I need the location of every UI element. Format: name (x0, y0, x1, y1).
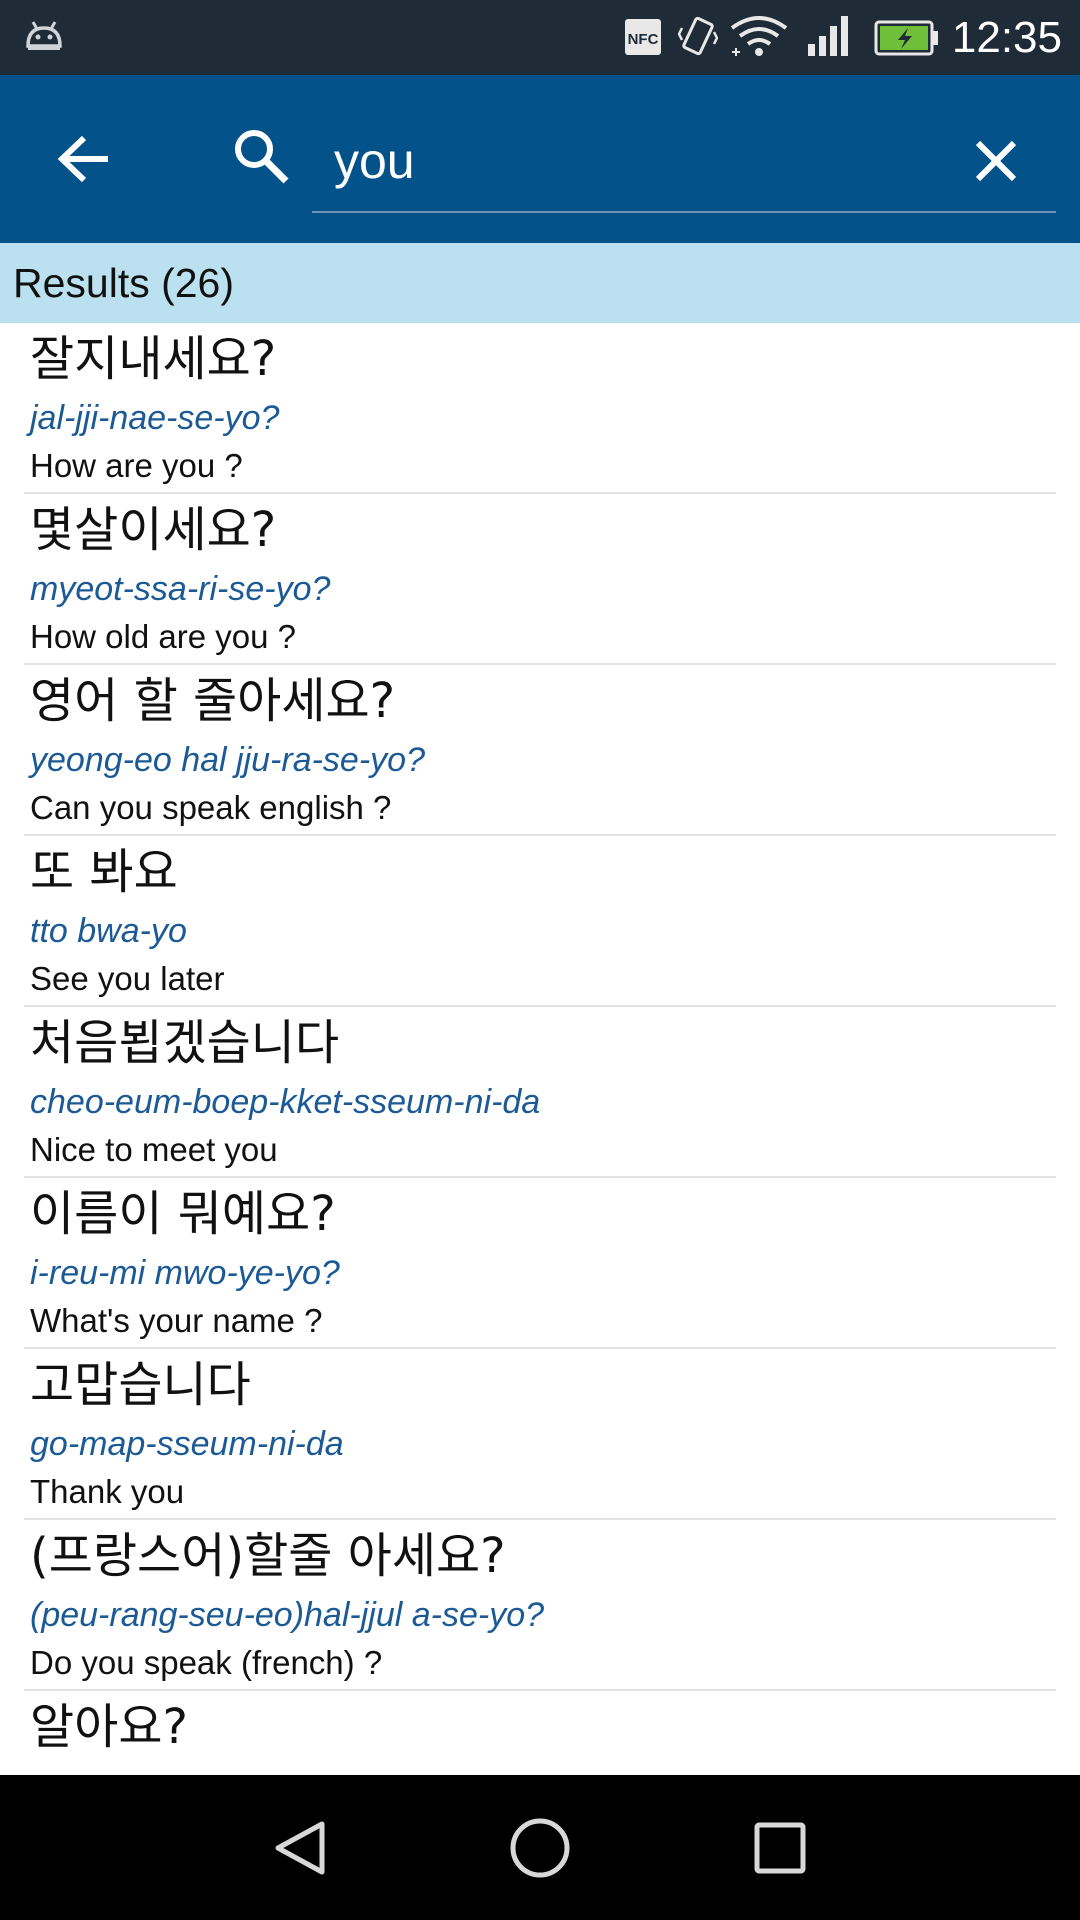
status-clock: 12:35 (951, 13, 1062, 62)
english-translation: How are you ? (30, 447, 243, 484)
results-count-header: Results (26) (0, 243, 1080, 323)
signal-icon (808, 16, 848, 56)
korean-phrase: (프랑스어)할줄 아세요? (30, 1528, 506, 1584)
romanization: jal-jji-nae-se-yo? (30, 399, 280, 437)
close-icon (975, 140, 1017, 182)
search-underline (312, 211, 1056, 213)
romanization: go-map-sseum-ni-da (30, 1425, 344, 1463)
result-item[interactable]: 몇살이세요? myeot-ssa-ri-se-yo? How old are y… (24, 494, 1056, 665)
korean-phrase: 영어 할 줄아세요? (30, 673, 396, 729)
romanization: i-reu-mi mwo-ye-yo? (30, 1254, 340, 1292)
result-item[interactable]: 고맙습니다 go-map-sseum-ni-da Thank you (24, 1349, 1056, 1520)
navigation-bar (0, 1775, 1080, 1920)
english-translation: Can you speak english ? (30, 789, 392, 826)
romanization: yeong-eo hal jju-ra-se-yo? (30, 741, 425, 779)
romanization: cheo-eum-boep-kket-sseum-ni-da (30, 1083, 541, 1121)
nav-back-button[interactable] (250, 1803, 350, 1893)
english-translation: Do you speak (french) ? (30, 1644, 383, 1681)
back-button[interactable] (40, 117, 128, 201)
back-arrow-icon (57, 135, 108, 183)
status-bar: NFC 12:35 (0, 0, 1080, 75)
korean-phrase: 잘지내세요? (30, 331, 277, 387)
romanization: tto bwa-yo (30, 912, 187, 950)
korean-phrase: 처음뵙겠습니다 (30, 1015, 340, 1071)
korean-phrase: 이름이 뭐예요? (30, 1186, 336, 1242)
result-item[interactable]: 잘지내세요? jal-jji-nae-se-yo? How are you ? (24, 323, 1056, 494)
android-icon (26, 21, 62, 50)
nfc-icon: NFC (625, 19, 661, 55)
clear-search-button[interactable] (960, 125, 1032, 197)
result-item[interactable]: 또 봐요 tto bwa-yo See you later (24, 836, 1056, 1007)
home-circle-icon (510, 1818, 570, 1878)
vibrate-icon (678, 16, 718, 56)
english-translation: Thank you (30, 1473, 185, 1510)
search-icon (235, 130, 289, 184)
battery-charging-icon (874, 20, 938, 56)
svg-text:NFC: NFC (628, 31, 659, 48)
result-item[interactable]: 처음뵙겠습니다 cheo-eum-boep-kket-sseum-ni-da N… (24, 1007, 1056, 1178)
english-translation: How old are you ? (30, 618, 296, 655)
korean-phrase: 알아요? (30, 1699, 188, 1755)
romanization: myeot-ssa-ri-se-yo? (30, 570, 331, 608)
english-translation: What's your name ? (30, 1302, 323, 1339)
back-triangle-icon (275, 1821, 325, 1875)
result-item[interactable]: (프랑스어)할줄 아세요? (peu-rang-seu-eo)hal-jjul … (24, 1520, 1056, 1691)
english-translation: Nice to meet you (30, 1131, 278, 1168)
results-list[interactable]: 잘지내세요? jal-jji-nae-se-yo? How are you ? … (0, 323, 1080, 1775)
result-item[interactable]: 이름이 뭐예요? i-reu-mi mwo-ye-yo? What's your… (24, 1178, 1056, 1349)
korean-phrase: 고맙습니다 (30, 1357, 251, 1413)
korean-phrase: 또 봐요 (30, 844, 178, 900)
result-item[interactable]: 알아요? (24, 1691, 1056, 1775)
wifi-icon (730, 16, 788, 56)
search-app-bar (0, 75, 1080, 243)
korean-phrase: 몇살이세요? (30, 502, 277, 558)
english-translation: See you later (30, 960, 225, 997)
recents-square-icon (754, 1822, 806, 1874)
nav-home-button[interactable] (490, 1803, 590, 1893)
search-input[interactable] (334, 125, 934, 197)
result-item[interactable]: 영어 할 줄아세요? yeong-eo hal jju-ra-se-yo? Ca… (24, 665, 1056, 836)
nav-recents-button[interactable] (730, 1803, 830, 1893)
romanization: (peu-rang-seu-eo)hal-jjul a-se-yo? (30, 1596, 545, 1634)
